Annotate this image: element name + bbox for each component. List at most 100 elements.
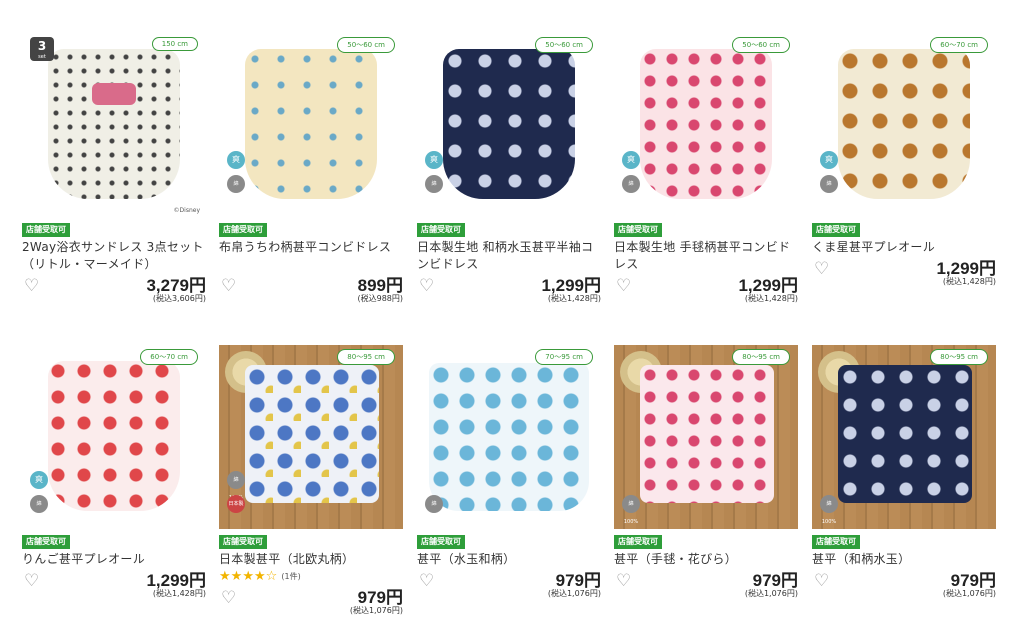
product-card[interactable]: 3 set 150 cm ©Disney 店舗受取可 2Way浴衣サンドレス 3点… [22, 33, 206, 313]
favorite-heart-icon[interactable]: ♡ [221, 589, 241, 607]
store-pickup-badge: 店舗受取可 [219, 535, 267, 549]
size-badge: 50～60 cm [535, 37, 593, 53]
price-with-tax: (税込3,606円) [152, 294, 206, 303]
cool-material-icon: 爽 [622, 151, 640, 169]
product-photo [640, 49, 772, 199]
product-photo [640, 365, 774, 503]
favorite-heart-icon[interactable]: ♡ [616, 572, 636, 590]
star-icon: ★ [230, 569, 243, 584]
price-with-tax: (税込1,428円) [547, 294, 601, 303]
review-count[interactable]: (1件) [281, 572, 300, 581]
cotton-material-icon: 綿100% [425, 495, 443, 525]
product-card[interactable]: 爽 綿100% 60～70 cm 店舗受取可 りんご甚平プレオール ♡ 1,29… [22, 345, 206, 608]
store-pickup-badge: 店舗受取可 [22, 223, 70, 237]
store-pickup-badge: 店舗受取可 [22, 535, 70, 549]
cotton-material-icon: 綿100% [820, 175, 838, 205]
cotton-material-icon: 綿100% [820, 495, 838, 525]
favorite-heart-icon[interactable]: ♡ [221, 277, 241, 295]
product-image[interactable]: 爽 綿100% 60～70 cm [812, 33, 996, 217]
cotton-material-icon: 綿100% [30, 495, 48, 525]
product-photo [48, 49, 180, 199]
favorite-heart-icon[interactable]: ♡ [616, 277, 636, 295]
product-photo [838, 365, 972, 503]
price-with-tax: (税込1,076円) [349, 606, 403, 615]
store-pickup-badge: 店舗受取可 [614, 223, 662, 237]
size-badge: 50～60 cm [337, 37, 395, 53]
cool-material-icon: 爽 [425, 151, 443, 169]
product-image[interactable]: 綿100% 日本製 80～95 cm [219, 345, 403, 529]
price-with-tax: (税込1,076円) [744, 589, 798, 598]
product-image[interactable]: 爽 綿100% 60～70 cm [22, 345, 206, 529]
cotton-material-icon: 綿100% [227, 175, 245, 205]
size-badge: 80～95 cm [930, 349, 988, 365]
product-card[interactable]: 綿100% 日本製 80～95 cm 店舗受取可 日本製甚平（北欧丸柄） ★★★… [219, 345, 403, 625]
product-image[interactable]: 爽 綿100% 50～60 cm [219, 33, 403, 217]
price-with-tax: (税込1,428円) [152, 589, 206, 598]
product-photo [245, 49, 377, 199]
favorite-heart-icon[interactable]: ♡ [24, 277, 44, 295]
favorite-heart-icon[interactable]: ♡ [419, 572, 439, 590]
product-photo [443, 49, 575, 199]
set-count-badge: 3 set [30, 37, 54, 61]
product-image[interactable]: 3 set 150 cm ©Disney [22, 33, 206, 217]
product-image[interactable]: 綿100% 70～95 cm [417, 345, 601, 529]
favorite-heart-icon[interactable]: ♡ [814, 260, 834, 278]
cool-material-icon: 爽 [820, 151, 838, 169]
product-card[interactable]: 爽 綿100% 50～60 cm 店舗受取可 布帛うちわ柄甚平コンビドレス ♡ … [219, 33, 403, 313]
product-card[interactable]: 爽 綿100% 50～60 cm 店舗受取可 日本製生地 手毬柄甚平コンビドレス… [614, 33, 798, 313]
price-with-tax: (税込988円) [357, 294, 403, 303]
cool-material-icon: 爽 [227, 151, 245, 169]
product-card[interactable]: 綿100% 70～95 cm 店舗受取可 甚平（水玉和柄） ♡ 979円 (税込… [417, 345, 601, 608]
cool-material-icon: 爽 [30, 471, 48, 489]
size-badge: 80～95 cm [337, 349, 395, 365]
cotton-material-icon: 綿100% [622, 175, 640, 205]
store-pickup-badge: 店舗受取可 [219, 223, 267, 237]
store-pickup-badge: 店舗受取可 [812, 223, 860, 237]
product-photo [838, 49, 970, 199]
favorite-heart-icon[interactable]: ♡ [814, 572, 834, 590]
product-card[interactable]: 爽 綿100% 50～60 cm 店舗受取可 日本製生地 和柄水玉甚平半袖コンビ… [417, 33, 601, 313]
star-empty-icon: ☆ [265, 569, 278, 584]
size-badge: 50～60 cm [732, 37, 790, 53]
store-pickup-badge: 店舗受取可 [417, 223, 465, 237]
product-image[interactable]: 綿100% 80～95 cm [614, 345, 798, 529]
price-with-tax: (税込1,428円) [744, 294, 798, 303]
product-card[interactable]: 綿100% 80～95 cm 店舗受取可 甚平（和柄水玉） ♡ 979円 (税込… [812, 345, 996, 608]
favorite-heart-icon[interactable]: ♡ [419, 277, 439, 295]
copyright-mark: ©Disney [173, 207, 200, 214]
store-pickup-badge: 店舗受取可 [812, 535, 860, 549]
favorite-heart-icon[interactable]: ♡ [24, 572, 44, 590]
star-icon: ★ [242, 569, 254, 584]
obi-bow [92, 83, 136, 105]
size-badge: 60～70 cm [930, 37, 988, 53]
product-title[interactable]: 布帛うちわ柄甚平コンビドレス [219, 239, 403, 273]
cotton-material-icon: 綿100% [622, 495, 640, 525]
product-image[interactable]: 爽 綿100% 50～60 cm [417, 33, 601, 217]
product-photo [429, 363, 589, 511]
size-badge: 70～95 cm [535, 349, 593, 365]
product-card[interactable]: 爽 綿100% 60～70 cm 店舗受取可 くま星甚平プレオール ♡ 1,29… [812, 33, 996, 296]
cotton-material-icon: 綿100% [425, 175, 443, 205]
product-title[interactable]: 2Way浴衣サンドレス 3点セット（リトル・マーメイド） [22, 239, 206, 273]
size-badge: 150 cm [151, 37, 198, 51]
price-with-tax: (税込1,428円) [942, 277, 996, 286]
star-icon: ★ [253, 569, 266, 584]
store-pickup-badge: 店舗受取可 [417, 535, 465, 549]
cotton-material-icon: 綿100% [227, 471, 245, 501]
store-pickup-badge: 店舗受取可 [614, 535, 662, 549]
product-grid: 3 set 150 cm ©Disney 店舗受取可 2Way浴衣サンドレス 3点… [0, 0, 1024, 633]
product-photo [245, 365, 379, 503]
star-icon: ★ [219, 569, 231, 584]
product-image[interactable]: 爽 綿100% 50～60 cm [614, 33, 798, 217]
product-title[interactable]: 日本製生地 手毬柄甚平コンビドレス [614, 239, 798, 273]
size-badge: 80～95 cm [732, 349, 790, 365]
product-title[interactable]: 日本製甚平（北欧丸柄） [219, 551, 403, 568]
price-with-tax: (税込1,076円) [942, 589, 996, 598]
product-photo [48, 361, 180, 511]
price-with-tax: (税込1,076円) [547, 589, 601, 598]
made-in-japan-icon: 日本製 [227, 495, 245, 513]
product-title[interactable]: 日本製生地 和柄水玉甚平半袖コンビドレス [417, 239, 601, 273]
size-badge: 60～70 cm [140, 349, 198, 365]
product-image[interactable]: 綿100% 80～95 cm [812, 345, 996, 529]
product-card[interactable]: 綿100% 80～95 cm 店舗受取可 甚平（手毬・花びら） ♡ 979円 (… [614, 345, 798, 608]
